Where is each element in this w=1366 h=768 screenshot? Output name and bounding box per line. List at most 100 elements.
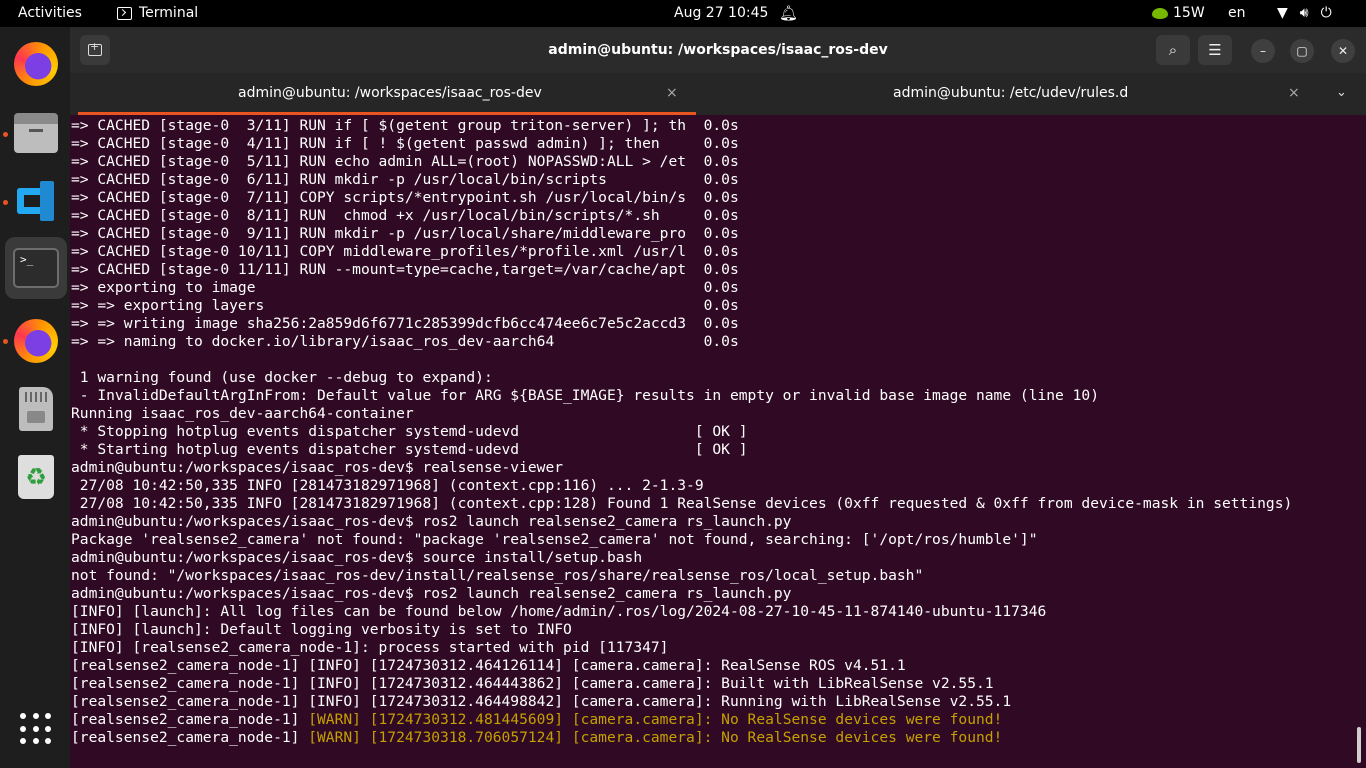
clock[interactable]: Aug 27 10:45: [674, 0, 768, 27]
minimize-button[interactable]: –: [1251, 39, 1275, 63]
terminal-line-text: => CACHED [stage-0 7/11] COPY scripts/*e…: [71, 189, 739, 206]
system-tray[interactable]: ▼ 🔊︎ ⏻: [1277, 0, 1332, 27]
terminal-warn-text: [WARN] [1724730318.706057124] [camera.ca…: [308, 729, 1003, 746]
terminal-line: [realsense2_camera_node-1] [INFO] [17247…: [71, 675, 994, 693]
terminal-line: => CACHED [stage-0 8/11] RUN chmod +x /u…: [71, 207, 739, 225]
trash-icon: ♻: [18, 455, 54, 499]
terminal-line-text: => CACHED [stage-0 10/11] COPY middlewar…: [71, 243, 739, 260]
search-button[interactable]: ⌕: [1156, 35, 1190, 65]
terminal-line: Running isaac_ros_dev-aarch64-container: [71, 405, 414, 423]
activities-button[interactable]: Activities: [18, 0, 82, 27]
dock-trash[interactable]: ♻: [5, 446, 67, 508]
terminal-line: => CACHED [stage-0 11/11] RUN --mount=ty…: [71, 261, 739, 279]
terminal-line: [realsense2_camera_node-1] [WARN] [17247…: [71, 729, 1002, 747]
search-icon: ⌕: [1168, 41, 1178, 59]
tab-udev-rules[interactable]: admin@ubuntu: /etc/udev/rules.d ×: [700, 73, 1310, 115]
terminal-warn-text: [WARN] [1724730312.481445609] [camera.ca…: [308, 711, 1003, 728]
terminal-line: => exporting to image 0.0s: [71, 279, 739, 297]
close-button[interactable]: ✕: [1331, 39, 1355, 63]
tab-close-icon[interactable]: ×: [666, 73, 678, 113]
terminal-line: admin@ubuntu:/workspaces/isaac_ros-dev$ …: [71, 585, 791, 603]
menu-button[interactable]: ☰: [1198, 35, 1232, 65]
dock-terminal[interactable]: >_: [5, 237, 67, 299]
terminal-line-text: 27/08 10:42:50,335 INFO [281473182971968…: [71, 495, 1293, 512]
terminal-line: [INFO] [realsense2_camera_node-1]: proce…: [71, 639, 668, 657]
terminal-line: 1 warning found (use docker --debug to e…: [71, 369, 493, 387]
terminal-line-text: [realsense2_camera_node-1] [INFO] [17247…: [71, 675, 994, 692]
terminal-line-text: [INFO] [realsense2_camera_node-1]: proce…: [71, 639, 669, 656]
hamburger-icon: ☰: [1208, 41, 1222, 59]
dock-vscode[interactable]: [5, 170, 67, 232]
terminal-line-text: => CACHED [stage-0 4/11] RUN if [ ! $(ge…: [71, 135, 739, 152]
show-apps-icon: [20, 713, 52, 745]
terminal-line-text: Running isaac_ros_dev-aarch64-container: [71, 405, 414, 422]
terminal-icon: >_: [13, 248, 59, 288]
terminal-line-text: => => exporting layers 0.0s: [71, 297, 739, 314]
terminal-line: * Stopping hotplug events dispatcher sys…: [71, 423, 748, 441]
terminal-line: 27/08 10:42:50,335 INFO [281473182971968…: [71, 495, 1293, 513]
terminal-line: => CACHED [stage-0 4/11] RUN if [ ! $(ge…: [71, 135, 739, 153]
dock-sd-card[interactable]: [5, 378, 67, 440]
terminal-line-text: => CACHED [stage-0 11/11] RUN --mount=ty…: [71, 261, 739, 278]
top-bar: Activities Terminal Aug 27 10:45 🔔︎ 15W …: [0, 0, 1366, 27]
terminal-line: => => naming to docker.io/library/isaac_…: [71, 333, 739, 351]
terminal-line: => CACHED [stage-0 6/11] RUN mkdir -p /u…: [71, 171, 739, 189]
terminal-line: - InvalidDefaultArgInFrom: Default value…: [71, 387, 1099, 405]
terminal-line: admin@ubuntu:/workspaces/isaac_ros-dev$ …: [71, 513, 791, 531]
terminal-line: => CACHED [stage-0 5/11] RUN echo admin …: [71, 153, 739, 171]
dock: >_ ♻: [0, 27, 70, 768]
terminal-line-text: [realsense2_camera_node-1] [INFO] [17247…: [71, 693, 1012, 710]
files-icon: [14, 113, 58, 153]
terminal-line: [realsense2_camera_node-1] [WARN] [17247…: [71, 711, 1002, 729]
dock-files[interactable]: [5, 102, 67, 164]
terminal-output[interactable]: => CACHED [stage-0 3/11] RUN if [ $(gete…: [70, 115, 1366, 768]
firefox-icon-2: [14, 319, 58, 363]
terminal-line-text: * Stopping hotplug events dispatcher sys…: [71, 423, 748, 440]
dock-firefox-2[interactable]: [5, 310, 67, 372]
vscode-icon: [14, 179, 58, 223]
terminal-line-text: admin@ubuntu:/workspaces/isaac_ros-dev$ …: [71, 549, 643, 566]
gpu-power-indicator[interactable]: 15W: [1152, 0, 1205, 27]
tab-list-chevron-icon[interactable]: ⌄: [1336, 73, 1347, 115]
tab-label: admin@ubuntu: /workspaces/isaac_ros-dev: [238, 85, 542, 101]
terminal-line: [INFO] [launch]: Default logging verbosi…: [71, 621, 572, 639]
terminal-line-text: [INFO] [launch]: Default logging verbosi…: [71, 621, 572, 638]
terminal-line: => CACHED [stage-0 10/11] COPY middlewar…: [71, 243, 739, 261]
terminal-line-text: => => naming to docker.io/library/isaac_…: [71, 333, 739, 350]
terminal-line-text: not found: "/workspaces/isaac_ros-dev/in…: [71, 567, 924, 584]
terminal-line: => CACHED [stage-0 9/11] RUN mkdir -p /u…: [71, 225, 739, 243]
terminal-line: => CACHED [stage-0 3/11] RUN if [ $(gete…: [71, 117, 739, 135]
maximize-button[interactable]: ▢: [1290, 39, 1314, 63]
bell-icon[interactable]: 🔔︎: [779, 0, 798, 27]
terminal-line-text: [INFO] [launch]: All log files can be fo…: [71, 603, 1047, 620]
new-tab-icon: [88, 40, 102, 56]
dock-firefox[interactable]: [5, 33, 67, 95]
terminal-line-text: Package 'realsense2_camera' not found: "…: [71, 531, 1038, 548]
tab-isaac-ros-dev[interactable]: admin@ubuntu: /workspaces/isaac_ros-dev …: [78, 73, 696, 115]
tab-close-icon[interactable]: ×: [1288, 73, 1300, 113]
terminal-line: * Starting hotplug events dispatcher sys…: [71, 441, 748, 459]
terminal-line-text: => exporting to image 0.0s: [71, 279, 739, 296]
terminal-line-text: - InvalidDefaultArgInFrom: Default value…: [71, 387, 1099, 404]
app-name: Terminal: [139, 5, 199, 21]
terminal-line: [realsense2_camera_node-1] [INFO] [17247…: [71, 657, 906, 675]
show-apps-button[interactable]: [5, 698, 67, 760]
terminal-line: => => writing image sha256:2a859d6f6771c…: [71, 315, 739, 333]
language-indicator[interactable]: en: [1228, 0, 1246, 27]
tab-bar: admin@ubuntu: /workspaces/isaac_ros-dev …: [70, 73, 1366, 115]
close-icon: ✕: [1337, 44, 1349, 58]
new-tab-button[interactable]: [80, 35, 110, 65]
terminal-line: admin@ubuntu:/workspaces/isaac_ros-dev$ …: [71, 549, 642, 567]
terminal-line-text: => CACHED [stage-0 8/11] RUN chmod +x /u…: [71, 207, 739, 224]
terminal-line: [realsense2_camera_node-1] [INFO] [17247…: [71, 693, 1011, 711]
terminal-line: not found: "/workspaces/isaac_ros-dev/in…: [71, 567, 923, 585]
scrollbar[interactable]: [1357, 727, 1361, 763]
power-icon: ⏻: [1320, 5, 1332, 21]
sd-card-icon: [19, 387, 53, 431]
maximize-icon: ▢: [1296, 44, 1308, 58]
terminal-line-text: [realsense2_camera_node-1]: [71, 711, 309, 728]
power-value: 15W: [1173, 5, 1205, 21]
terminal-line-text: [realsense2_camera_node-1]: [71, 729, 309, 746]
terminal-line-text: 1 warning found (use docker --debug to e…: [71, 369, 493, 386]
app-menu[interactable]: Terminal: [117, 0, 198, 27]
